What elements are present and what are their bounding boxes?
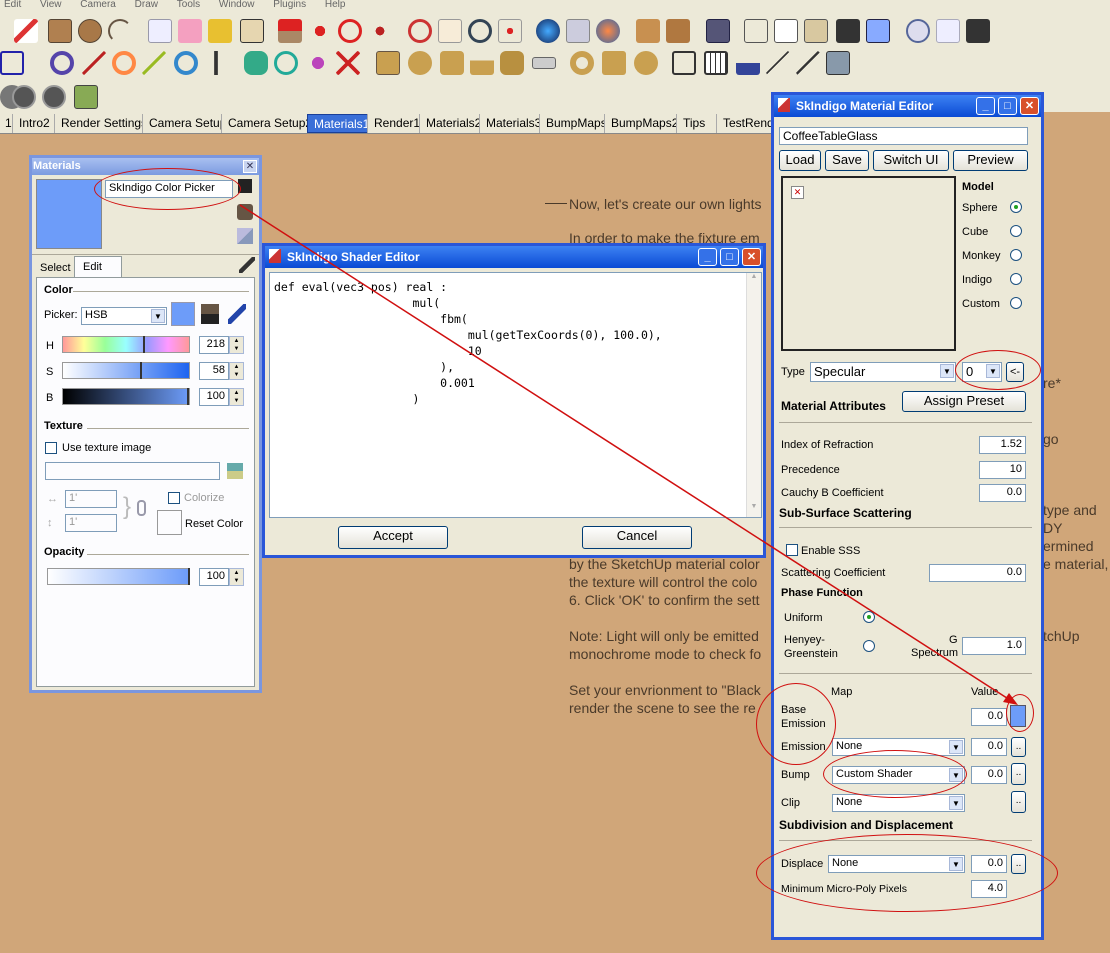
arrow-head [1003, 693, 1018, 705]
annotation-arrow [239, 204, 1018, 705]
arrow-line [239, 204, 1011, 701]
